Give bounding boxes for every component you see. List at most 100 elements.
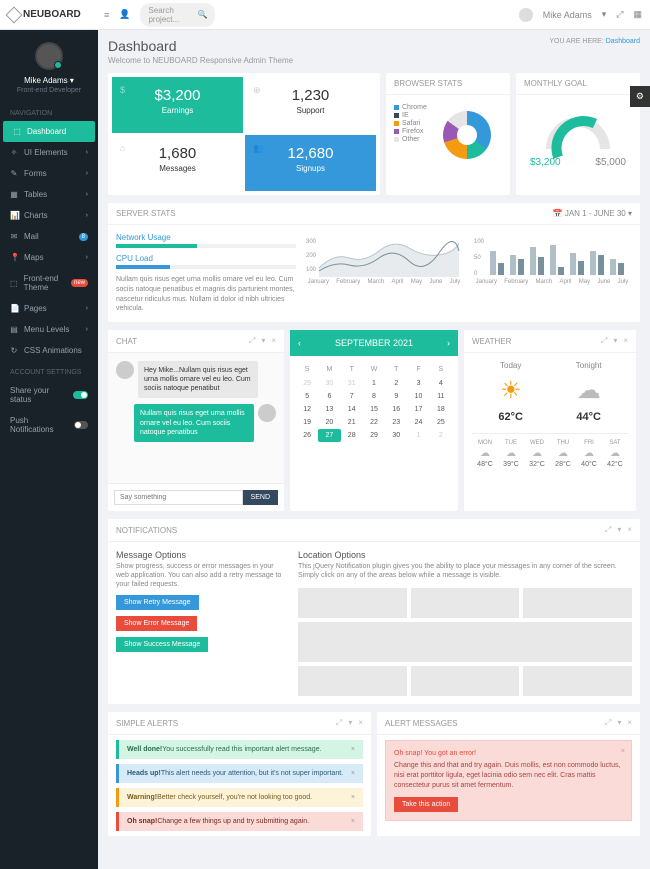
expand-icon[interactable]: ⤢ [336,718,342,728]
collapse-icon[interactable]: ▾ [617,525,621,535]
take-action-button[interactable]: Take this action [394,797,458,812]
settings-gear-icon[interactable]: ⚙ [630,86,650,107]
calendar-day[interactable]: 28 [341,429,363,442]
push-toggle[interactable] [74,421,88,429]
layout-icon[interactable]: ▦ [633,9,642,20]
close-icon[interactable]: × [627,525,632,535]
calendar-day[interactable]: 12 [296,403,318,416]
user-name[interactable]: Mike Adams [543,10,592,20]
calendar-day[interactable]: 1 [407,429,429,442]
close-icon[interactable]: × [627,718,632,728]
location-area[interactable] [298,622,632,662]
prev-month-icon[interactable]: ‹ [298,338,301,348]
nav-menu-levels[interactable]: ▤Menu Levels› [0,319,98,340]
avatar[interactable] [519,8,533,22]
close-icon[interactable]: × [351,794,355,801]
menu-toggle-icon[interactable]: ≡ [104,10,109,20]
calendar-day[interactable]: 9 [385,390,407,403]
next-month-icon[interactable]: › [447,338,450,348]
calendar-day[interactable]: 23 [385,416,407,429]
close-icon[interactable]: × [623,336,628,346]
calendar-day[interactable]: 16 [385,403,407,416]
close-icon[interactable]: × [351,818,355,825]
nav-ui-elements[interactable]: ✧UI Elements› [0,142,98,163]
date-range-picker[interactable]: 📅 JAN 1 - JUNE 30 ▾ [553,209,632,218]
location-area[interactable] [523,588,632,618]
expand-icon[interactable]: ⤢ [605,718,611,728]
calendar-day[interactable]: 26 [296,429,318,442]
brand-logo[interactable]: NEUBOARD [8,9,104,21]
calendar-day[interactable]: 22 [363,416,385,429]
close-icon[interactable]: × [351,746,355,753]
nav-mail[interactable]: ✉Mail8 [0,226,98,247]
close-icon[interactable]: × [351,770,355,777]
calendar-day[interactable]: 21 [341,416,363,429]
nav-charts[interactable]: 📊Charts› [0,205,98,226]
calendar-day[interactable]: 30 [318,377,340,390]
chevron-down-icon[interactable]: ▾ [602,9,607,20]
calendar-day[interactable]: 29 [363,429,385,442]
share-toggle[interactable] [73,391,88,399]
calendar-day[interactable]: 14 [341,403,363,416]
calendar-day[interactable]: 2 [385,377,407,390]
send-button[interactable]: SEND [243,490,278,505]
new-badge: new [71,279,88,287]
nav-pages[interactable]: 📄Pages› [0,298,98,319]
monthly-goal-panel: MONTHLY GOAL $3,200$5,000 [516,73,640,195]
success-message-button[interactable]: Show Success Message [116,637,208,652]
collapse-icon[interactable]: ▾ [617,718,621,728]
collapse-icon[interactable]: ▾ [613,336,617,346]
calendar-day[interactable]: 4 [430,377,452,390]
calendar-day[interactable]: 17 [407,403,429,416]
collapse-icon[interactable]: ▾ [348,718,352,728]
calendar-day[interactable]: 11 [430,390,452,403]
calendar-day[interactable]: 30 [385,429,407,442]
nav-forms[interactable]: ✎Forms› [0,163,98,184]
close-icon[interactable]: × [358,718,363,728]
location-area[interactable] [298,666,407,696]
user-icon[interactable]: 👤 [119,9,130,20]
calendar-day[interactable]: 31 [341,377,363,390]
nav-maps[interactable]: 📍Maps› [0,247,98,268]
calendar-day[interactable]: 25 [430,416,452,429]
expand-icon[interactable]: ⤢ [616,9,623,20]
close-icon[interactable]: × [621,747,625,757]
calendar-day[interactable]: 1 [363,377,385,390]
profile-avatar[interactable] [35,42,63,70]
chat-input[interactable] [114,490,243,505]
calendar-day[interactable]: 27 [318,429,340,442]
nav-tables[interactable]: ▦Tables› [0,184,98,205]
location-area[interactable] [411,588,520,618]
expand-icon[interactable]: ⤢ [249,336,255,346]
error-message-button[interactable]: Show Error Message [116,616,197,631]
calendar-day[interactable]: 13 [318,403,340,416]
calendar-day[interactable]: 6 [318,390,340,403]
bar-chart: 100500 JanuaryFebruaryMarchAprilMayJuneJ… [472,233,632,314]
calendar-day[interactable]: 24 [407,416,429,429]
retry-message-button[interactable]: Show Retry Message [116,595,199,610]
calendar-day[interactable]: 2 [430,429,452,442]
calendar-day[interactable]: 3 [407,377,429,390]
calendar-day[interactable]: 8 [363,390,385,403]
calendar-day[interactable]: 15 [363,403,385,416]
profile-name[interactable]: Mike Adams ▾ [0,76,98,85]
location-area[interactable] [523,666,632,696]
calendar-day[interactable]: 18 [430,403,452,416]
nav-dashboard[interactable]: ⬚Dashboard [3,121,95,142]
expand-icon[interactable]: ⤢ [601,336,607,346]
calendar-day[interactable]: 5 [296,390,318,403]
location-area[interactable] [411,666,520,696]
calendar-day[interactable]: 20 [318,416,340,429]
location-area[interactable] [298,588,407,618]
nav-frontend-theme[interactable]: ⬚Front-end Themenew [0,268,98,298]
calendar-day[interactable]: 29 [296,377,318,390]
collapse-icon[interactable]: ▾ [261,336,265,346]
expand-icon[interactable]: ⤢ [605,525,611,535]
close-icon[interactable]: × [271,336,276,346]
calendar-day[interactable]: 19 [296,416,318,429]
search-input[interactable]: Search project...🔍 [140,3,215,27]
breadcrumb-link[interactable]: Dashboard [606,38,640,45]
calendar-day[interactable]: 10 [407,390,429,403]
calendar-day[interactable]: 7 [341,390,363,403]
nav-css-animations[interactable]: ↻CSS Animations [0,340,98,361]
